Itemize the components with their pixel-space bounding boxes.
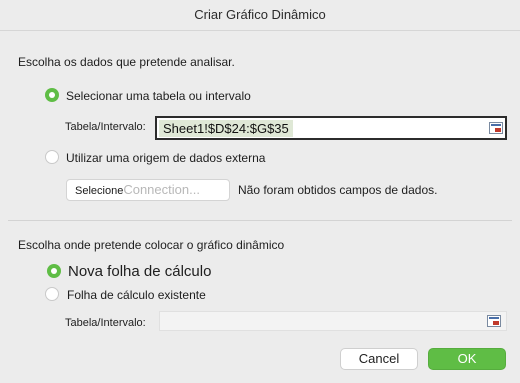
table-range-value: Sheet1!$D$24:$G$35	[159, 120, 293, 137]
radio-external-source[interactable]	[45, 150, 59, 164]
table-range-input[interactable]: Sheet1!$D$24:$G$35	[155, 116, 507, 140]
radio-select-table-range[interactable]	[45, 88, 59, 102]
select-connection-label: Selecione	[75, 185, 124, 197]
title-divider	[0, 30, 520, 31]
data-fields-status: Não foram obtidos campos de dados.	[238, 183, 438, 197]
table-range-label: Tabela/Intervalo:	[65, 121, 146, 133]
range-picker-icon[interactable]	[487, 315, 501, 327]
destination-range-input[interactable]	[159, 311, 507, 331]
radio-existing-worksheet-label[interactable]: Folha de cálculo existente	[67, 288, 206, 302]
radio-existing-worksheet[interactable]	[45, 287, 59, 301]
destination-range-label: Tabela/Intervalo:	[65, 317, 146, 329]
radio-external-source-label[interactable]: Utilizar uma origem de dados externa	[66, 151, 265, 165]
section-divider	[8, 220, 512, 221]
dialog-title: Criar Gráfico Dinâmico	[0, 0, 520, 30]
range-picker-icon[interactable]	[489, 122, 503, 134]
connection-ghost-label: Connection...	[123, 182, 200, 197]
radio-new-worksheet[interactable]	[47, 264, 61, 278]
radio-new-worksheet-label[interactable]: Nova folha de cálculo	[68, 263, 211, 280]
destination-section-heading: Escolha onde pretende colocar o gráfico …	[18, 238, 285, 252]
cancel-button[interactable]: Cancel	[340, 348, 418, 370]
radio-select-table-range-label[interactable]: Selecionar uma tabela ou intervalo	[66, 89, 251, 103]
source-section-heading: Escolha os dados que pretende analisar.	[18, 55, 235, 69]
select-connection-button[interactable]: SelecioneConnection...	[66, 179, 230, 201]
ok-button[interactable]: OK	[428, 348, 506, 370]
